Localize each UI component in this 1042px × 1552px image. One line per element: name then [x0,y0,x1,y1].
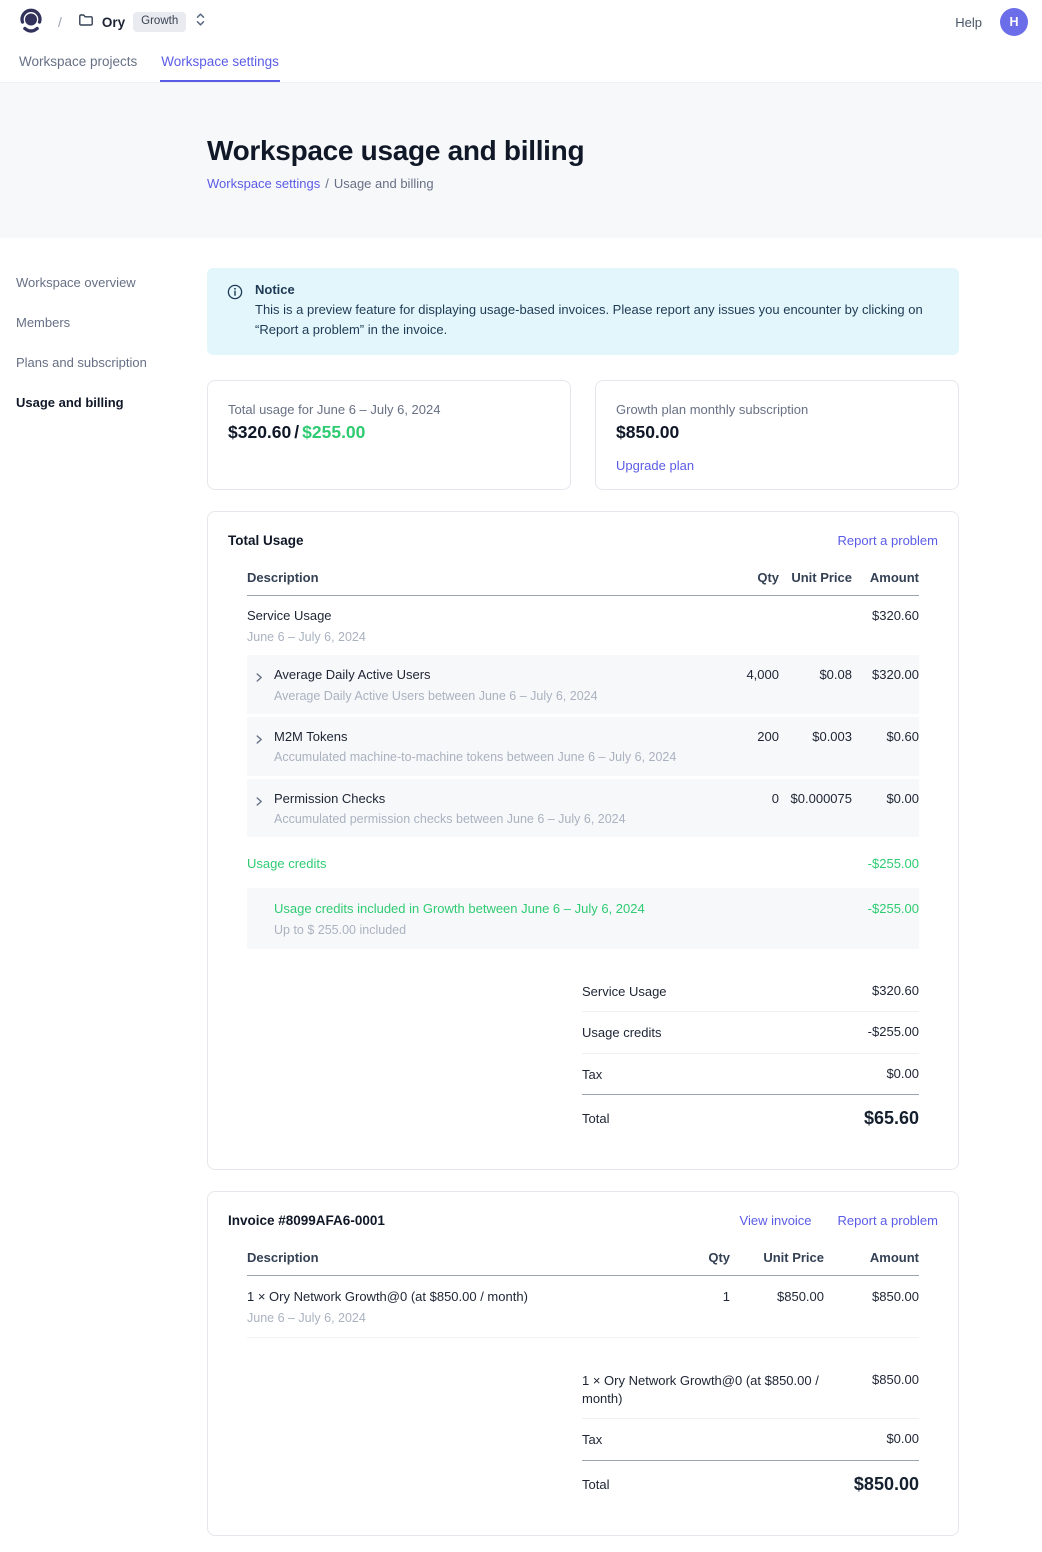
usage-amount: $320.60 [228,422,291,442]
sidebar-item-usage-and-billing[interactable]: Usage and billing [16,388,207,416]
invoice-title: Invoice #8099AFA6-0001 [228,1213,385,1228]
upgrade-plan-link[interactable]: Upgrade plan [616,458,694,473]
table-row-permission-checks[interactable]: Permission Checks Accumulated permission… [247,779,919,838]
view-invoice-link[interactable]: View invoice [740,1213,812,1228]
plan-amount: $850.00 [616,422,938,443]
report-problem-link[interactable]: Report a problem [838,533,938,548]
invoice-table: Description Qty Unit Price Amount 1 × Or… [208,1238,958,1494]
tab-workspace-projects[interactable]: Workspace projects [18,46,138,82]
total-usage-label: Total usage for June 6 – July 6, 2024 [228,402,550,417]
total-usage-value: $320.60/$255.00 [228,422,550,443]
col-description: Description [247,570,719,585]
col-amount: Amount [824,1250,919,1265]
invoice-line-item: 1 × Ory Network Growth@0 (at $850.00 / m… [247,1276,919,1338]
ory-logo-icon[interactable] [18,7,44,37]
table-row-m2m-tokens[interactable]: M2M Tokens Accumulated machine-to-machin… [247,717,919,776]
breadcrumb-link-workspace-settings[interactable]: Workspace settings [207,176,320,191]
folder-icon [78,12,94,33]
page-title: Workspace usage and billing [207,135,1042,167]
total-usage-invoice-card: Total Usage Report a problem Description… [207,511,959,1170]
workspace-switcher[interactable]: Ory Growth [76,8,209,37]
table-row-average-daily-active-users[interactable]: Average Daily Active Users Average Daily… [247,655,919,714]
notice-body: This is a preview feature for displaying… [255,300,935,340]
breadcrumb-separator: / [325,176,329,191]
summary-total: Total $850.00 [582,1461,919,1495]
hero: Workspace usage and billing Workspace se… [0,83,1042,238]
help-link[interactable]: Help [955,15,982,30]
report-problem-link[interactable]: Report a problem [838,1213,938,1228]
usage-credit-amount: $255.00 [302,422,365,442]
sidebar-item-plans-and-subscription[interactable]: Plans and subscription [16,348,207,376]
invoice-card: Invoice #8099AFA6-0001 View invoice Repo… [207,1191,959,1535]
breadcrumb-slash: / [58,14,62,30]
summary-row-tax: Tax $0.00 [582,1054,919,1096]
breadcrumb: Workspace settings / Usage and billing [207,176,1042,191]
plan-label: Growth plan monthly subscription [616,402,938,417]
col-amount: Amount [852,570,919,585]
usage-table-header: Description Qty Unit Price Amount [247,558,919,596]
col-unit-price: Unit Price [779,570,852,585]
table-row-usage-credits-included: Usage credits included in Growth between… [247,888,919,949]
plan-badge: Growth [133,12,186,32]
main-content: Notice This is a preview feature for dis… [207,238,959,1552]
org-name: Ory [102,15,125,30]
settings-sidebar: Workspace overview Members Plans and sub… [0,238,207,1552]
usage-summary: Service Usage $320.60 Usage credits -$25… [582,971,919,1130]
summary-row-usage-credits: Usage credits -$255.00 [582,1012,919,1054]
summary-row-plan: 1 × Ory Network Growth@0 (at $850.00 / m… [582,1360,919,1419]
col-description: Description [247,1250,675,1265]
page: / Ory Growth Help H [0,0,1042,1552]
sidebar-item-workspace-overview[interactable]: Workspace overview [16,268,207,296]
invoice-table-header: Description Qty Unit Price Amount [247,1238,919,1276]
info-icon [227,284,243,340]
table-row-service-usage: Service Usage June 6 – July 6, 2024 $320… [247,596,919,655]
tabbar: Workspace projects Workspace settings [0,44,1042,83]
chevron-right-icon[interactable] [247,664,274,683]
plan-subscription-card: Growth plan monthly subscription $850.00… [595,380,959,490]
summary-row-tax: Tax $0.00 [582,1419,919,1461]
notice-title: Notice [255,282,935,297]
selector-chevrons-icon[interactable] [194,12,207,32]
usage-card-title: Total Usage [228,533,304,548]
total-usage-card: Total usage for June 6 – July 6, 2024 $3… [207,380,571,490]
notice-banner: Notice This is a preview feature for dis… [207,268,959,355]
chevron-right-icon[interactable] [247,726,274,745]
usage-table: Description Qty Unit Price Amount Servic… [208,558,958,1129]
col-qty: Qty [719,570,779,585]
sidebar-item-members[interactable]: Members [16,308,207,336]
usage-separator: / [294,422,299,442]
table-row-usage-credits: Usage credits -$255.00 [247,840,919,886]
summary-total: Total $65.60 [582,1095,919,1129]
invoice-summary: 1 × Ory Network Growth@0 (at $850.00 / m… [582,1360,919,1495]
summary-row-service-usage: Service Usage $320.60 [582,971,919,1013]
col-qty: Qty [675,1250,730,1265]
topbar: / Ory Growth Help H [0,0,1042,44]
tab-workspace-settings[interactable]: Workspace settings [160,46,280,82]
breadcrumb-current: Usage and billing [334,176,434,191]
chevron-right-icon[interactable] [247,788,274,807]
user-avatar[interactable]: H [1000,8,1028,36]
col-unit-price: Unit Price [730,1250,824,1265]
